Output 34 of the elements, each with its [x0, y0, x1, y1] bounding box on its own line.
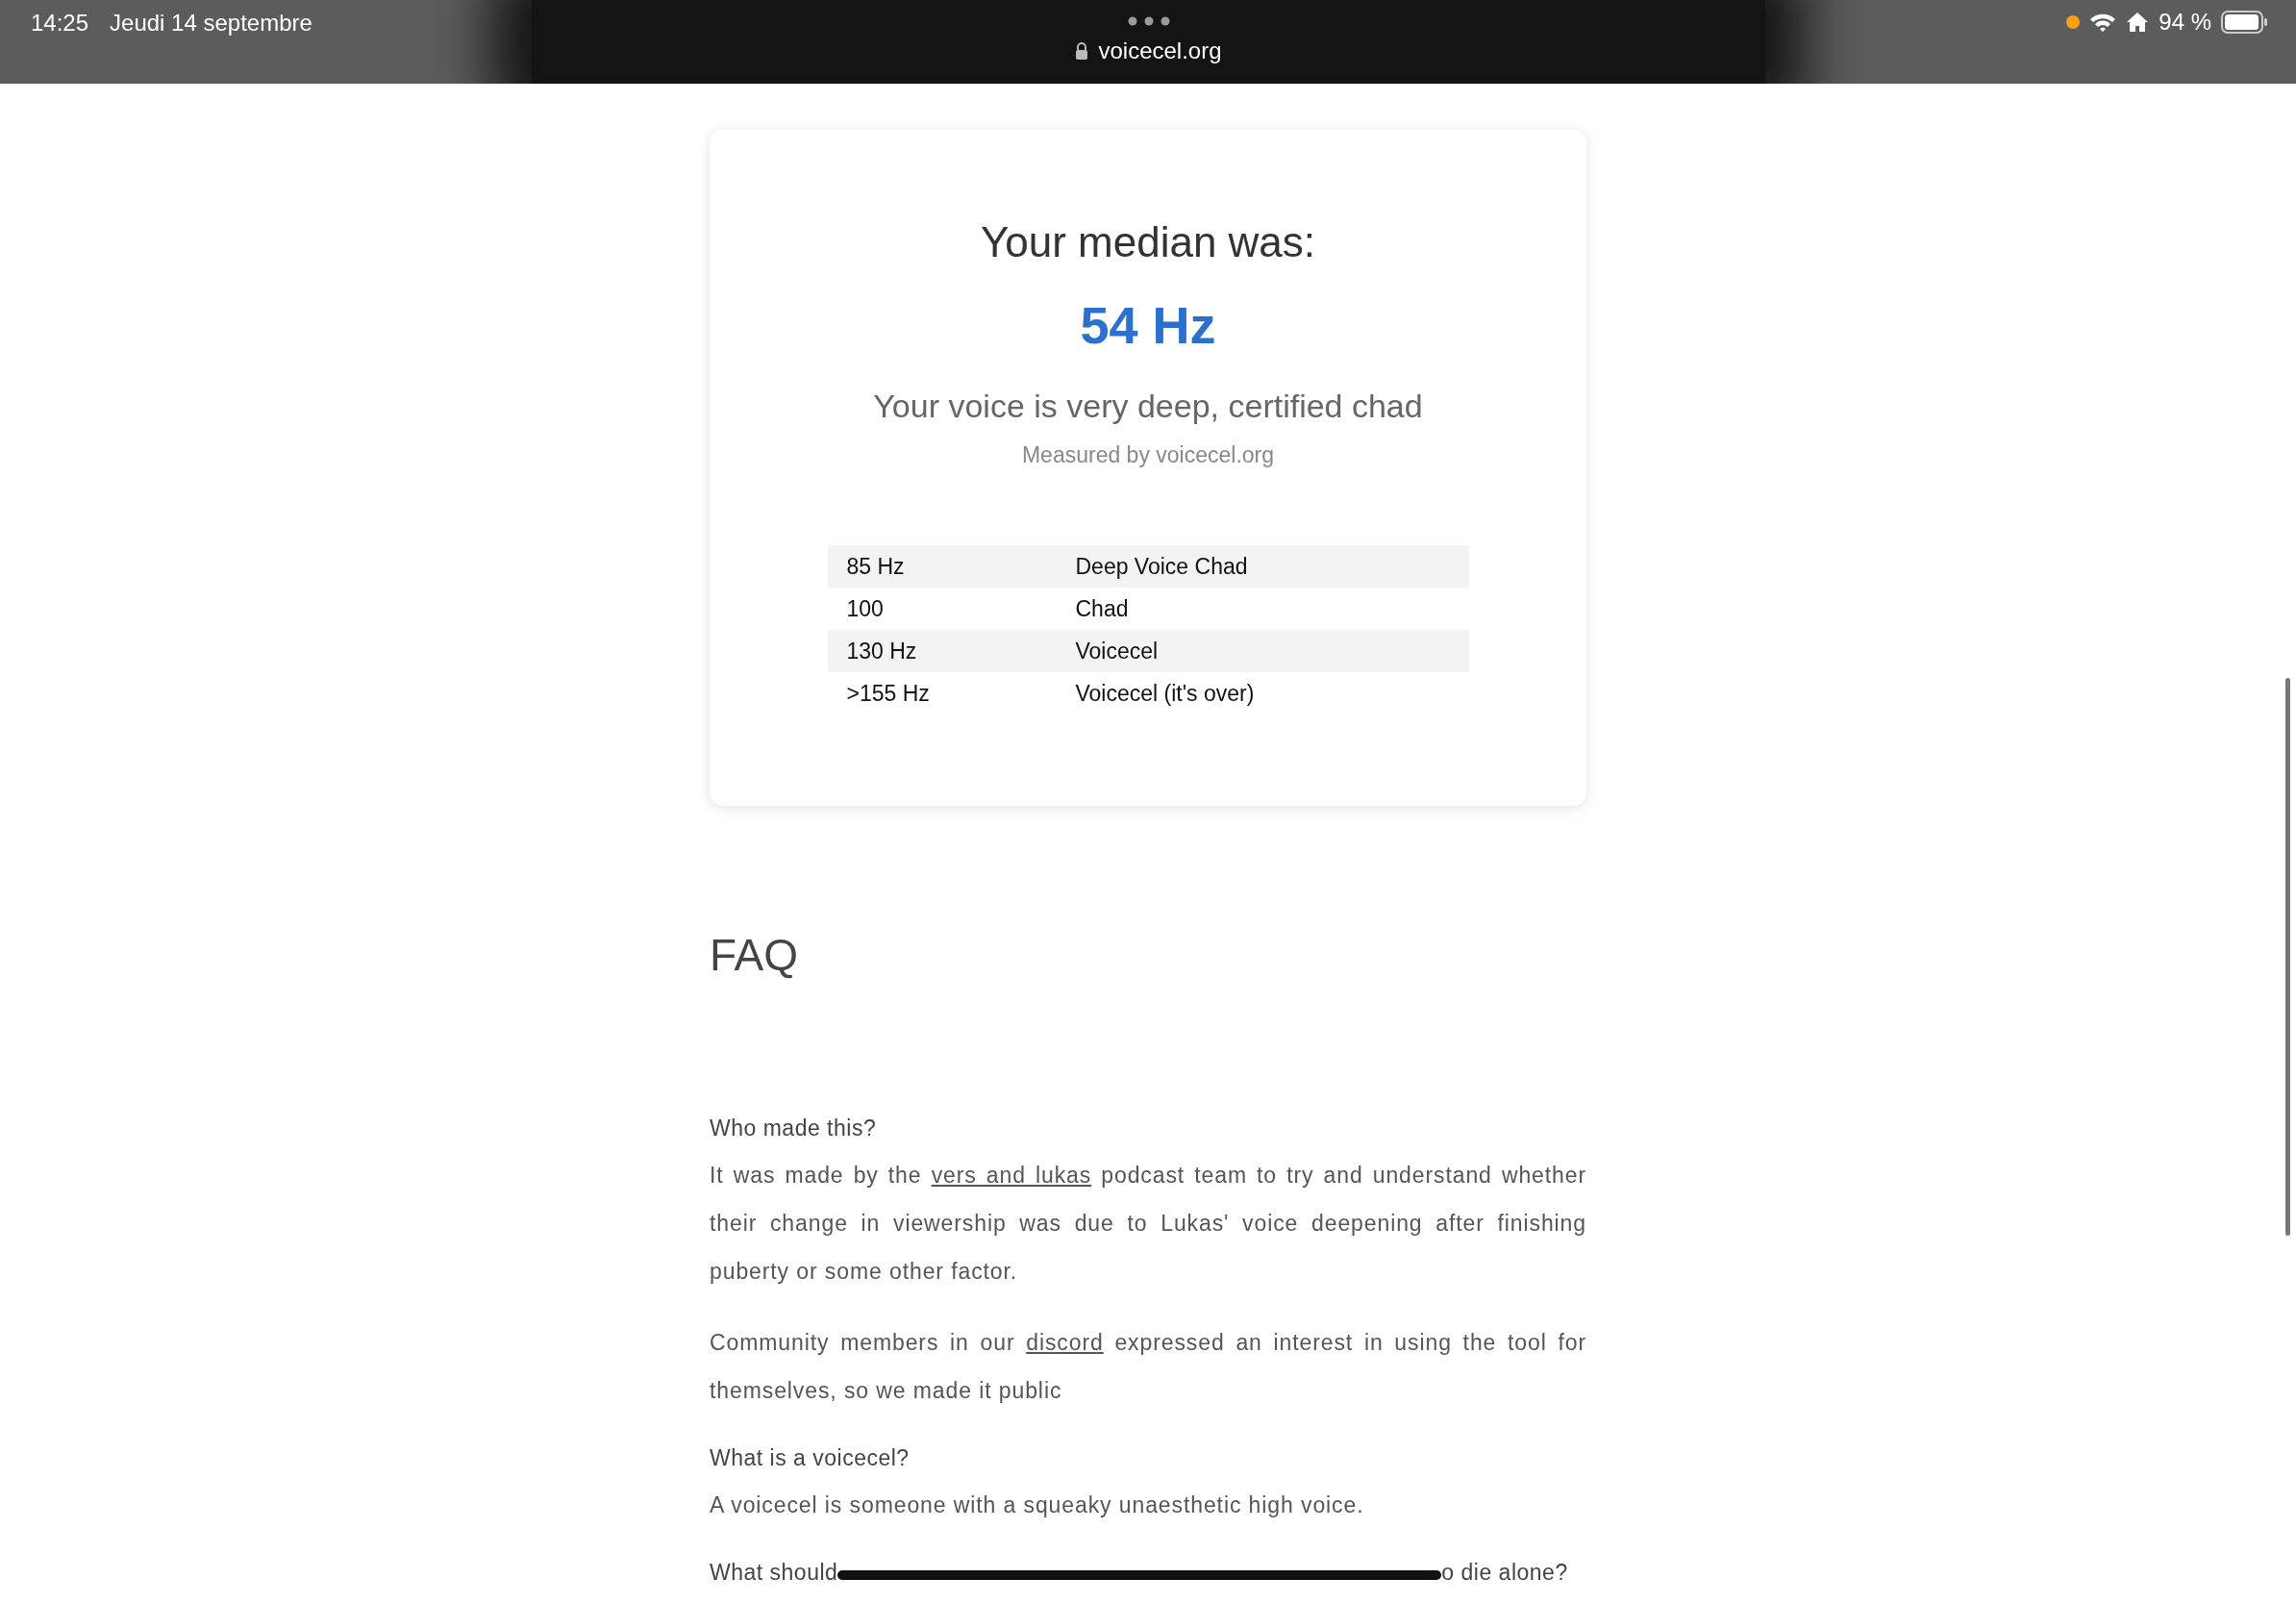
faq-answer: It was made by the vers and lukas podcast team to try and understand whether their change in viewership was due to Lukas' voice deepening after finishing puberty or some other factor. — [710, 1162, 1586, 1286]
lock-icon — [1075, 42, 1089, 60]
result-heading: Your median was: — [980, 218, 1316, 266]
table-cell: 100 — [827, 588, 1057, 630]
faq-title: FAQ — [710, 929, 800, 981]
url-text: voicecel.org — [1098, 38, 1222, 64]
battery-percent: 94 % — [2159, 9, 2211, 36]
battery-icon — [2221, 11, 2267, 34]
table-cell: Chad — [1056, 588, 1469, 630]
more-icon[interactable] — [1127, 16, 1170, 26]
faq-answer: A voicecel is someone with a squeaky unaesthetic high voice. — [710, 1491, 1365, 1519]
clock-time: 14:25 — [31, 10, 89, 38]
home-icon — [2126, 12, 2150, 33]
table-cell: Voicecel (it's over) — [1056, 672, 1469, 714]
date-text: Jeudi 14 septembre — [110, 10, 312, 38]
faq-answer: Community members in our discord expressed an interest in using the tool for themselves, so we made it public — [710, 1329, 1586, 1405]
table-cell: Voicecel — [1056, 630, 1469, 672]
table-cell: 130 Hz — [827, 630, 1057, 672]
faq-question: Who made this? — [710, 1115, 878, 1141]
median-value: 54 Hz — [1080, 295, 1216, 355]
wifi-icon — [2089, 12, 2117, 33]
verdict-text: Your voice is very deep, certified chad — [873, 388, 1423, 425]
table-cell: 85 Hz — [827, 545, 1057, 588]
text-link[interactable]: vers and lukas — [931, 1163, 1092, 1188]
text-link[interactable]: discord — [1026, 1330, 1104, 1355]
faq-question: What is a voicecel? — [710, 1445, 911, 1471]
faq-question: o die alone? — [1441, 1560, 1568, 1586]
privacy-dot-icon — [2066, 15, 2081, 29]
credit-text: Measured by voicecel.org — [1021, 442, 1275, 468]
address-bar[interactable]: voicecel.org — [532, 0, 1765, 84]
table-cell: >155 Hz — [827, 672, 1057, 714]
faq-question: What should — [710, 1560, 838, 1586]
scrollbar[interactable] — [2285, 678, 2290, 1236]
table-cell: Deep Voice Chad — [1056, 545, 1469, 588]
